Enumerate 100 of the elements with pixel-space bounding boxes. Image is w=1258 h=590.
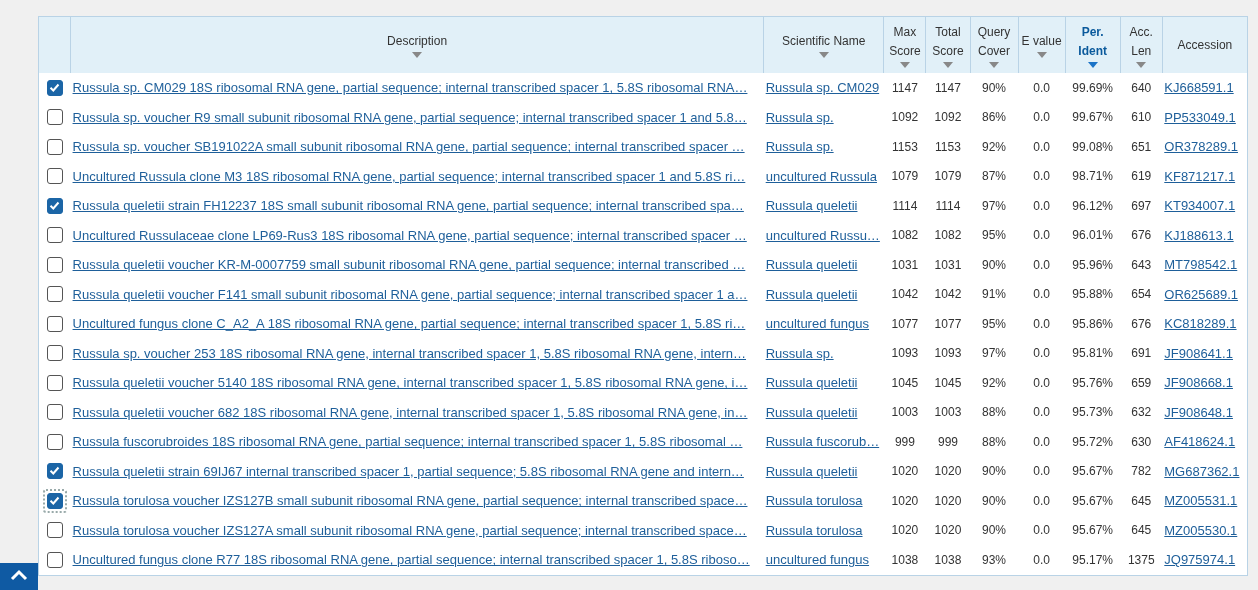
row-checkbox[interactable] — [46, 286, 63, 303]
row-checkbox[interactable] — [46, 551, 63, 568]
row-checkbox[interactable] — [46, 374, 63, 391]
scientific-name-link[interactable]: Russula queletii — [765, 198, 858, 214]
row-checkbox[interactable] — [46, 404, 63, 421]
per-ident-cell: 95.72% — [1072, 434, 1114, 449]
accession-link[interactable]: JF908668.1 — [1164, 375, 1233, 391]
sort-arrow-icon[interactable] — [1087, 61, 1098, 68]
query-cover-cell: 87% — [982, 169, 1007, 184]
scientific-name-link[interactable]: Russula queletii — [765, 257, 858, 273]
description-link[interactable]: Russula queletii voucher F141 small subunit ribosomal RNA gene, partial sequence; internal transcribed spacer 1 a… — [72, 286, 748, 302]
scientific-name-link[interactable]: Russula torulosa — [765, 493, 863, 509]
per-ident-cell: 96.12% — [1072, 198, 1114, 213]
row-checkbox[interactable] — [46, 345, 63, 362]
description-link[interactable]: Russula queletii voucher KR-M-0007759 small subunit ribosomal RNA gene, partial sequence; internal transcribed … — [72, 257, 746, 273]
row-checkbox[interactable] — [46, 197, 63, 214]
row-checkbox[interactable] — [46, 256, 63, 273]
accession-link[interactable]: KC818289.1 — [1164, 316, 1237, 332]
accession-link[interactable]: MG687362.1 — [1164, 463, 1240, 479]
e-value-cell: 0.0 — [1033, 523, 1050, 538]
total-score-cell: 1020 — [934, 523, 962, 538]
accession-link[interactable]: JF908641.1 — [1164, 345, 1233, 361]
scientific-name-link[interactable]: uncultured Russu… — [765, 227, 880, 243]
description-link[interactable]: Russula sp. CM029 18S ribosomal RNA gene, partial sequence; internal transcribed spacer 1, 5.8S ribosomal RNA… — [72, 80, 748, 96]
scientific-name-link[interactable]: uncultured fungus — [765, 552, 870, 568]
sort-arrow-icon[interactable] — [899, 61, 910, 68]
query-cover-cell: 90% — [982, 523, 1007, 538]
sort-arrow-icon[interactable] — [412, 52, 423, 58]
scientific-name-link[interactable]: Russula queletii — [765, 286, 858, 302]
row-checkbox[interactable] — [46, 138, 63, 155]
scientific-name-link[interactable]: Russula sp. CM029 — [765, 80, 880, 96]
description-link[interactable]: Russula sp. voucher SB191022A small subunit ribosomal RNA gene, partial sequence; internal transcribed spacer … — [72, 139, 745, 155]
max-score-cell: 1042 — [891, 287, 919, 302]
description-link[interactable]: Russula fuscorubroides 18S ribosomal RNA gene, partial sequence; internal transcribed spacer 1, 5.8S ribosomal … — [72, 434, 743, 450]
total-score-cell: 1020 — [934, 493, 962, 508]
description-link[interactable]: Russula queletii strain 69IJ67 internal transcribed spacer 1, partial sequence; 5.8S ribosomal RNA gene and intern… — [72, 463, 744, 479]
description-link[interactable]: Uncultured Russula clone M3 18S ribosomal RNA gene, partial sequence; internal transcribed spacer 1 and 5.8S ri… — [72, 168, 746, 184]
row-checkbox[interactable] — [46, 109, 63, 126]
query-cover-cell: 92% — [982, 139, 1007, 154]
scientific-name-link[interactable]: Russula queletii — [765, 463, 858, 479]
accession-link[interactable]: MT798542.1 — [1164, 257, 1238, 273]
accession-link[interactable]: JQ975974.1 — [1164, 552, 1236, 568]
scientific-name-link[interactable]: Russula queletii — [765, 404, 858, 420]
accession-link[interactable]: PP533049.1 — [1164, 109, 1236, 125]
sort-arrow-icon[interactable] — [1036, 52, 1047, 58]
total-score-cell: 1031 — [934, 257, 962, 272]
scroll-to-top-button[interactable] — [0, 563, 38, 590]
e-value-cell: 0.0 — [1033, 434, 1050, 449]
total-score-cell: 1082 — [934, 228, 962, 243]
scientific-name-link[interactable]: Russula sp. — [765, 345, 834, 361]
sort-arrow-icon[interactable] — [1136, 61, 1147, 68]
scientific-name-link[interactable]: Russula sp. — [765, 109, 834, 125]
scientific-name-link[interactable]: uncultured Russula — [765, 168, 877, 184]
accession-link[interactable]: JF908648.1 — [1164, 404, 1233, 420]
row-checkbox[interactable] — [46, 227, 63, 244]
scientific-name-link[interactable]: Russula torulosa — [765, 522, 863, 538]
scientific-name-link[interactable]: Russula sp. — [765, 139, 834, 155]
per-ident-cell: 95.17% — [1072, 552, 1114, 567]
total-score-cell: 1077 — [934, 316, 962, 331]
description-link[interactable]: Uncultured fungus clone R77 18S ribosomal RNA gene, partial sequence; internal transcribed spacer 1, 5.8S riboso… — [72, 552, 750, 568]
scientific-name-link[interactable]: uncultured fungus — [765, 316, 870, 332]
description-link[interactable]: Russula torulosa voucher IZS127B small subunit ribosomal RNA gene, partial sequence; internal transcribed space… — [72, 493, 748, 509]
row-checkbox[interactable] — [46, 433, 63, 450]
row-checkbox[interactable] — [46, 79, 63, 96]
description-link[interactable]: Russula torulosa voucher IZS127A small subunit ribosomal RNA gene, partial sequence; internal transcribed space… — [72, 522, 747, 538]
accession-link[interactable]: AF418624.1 — [1164, 434, 1236, 450]
accession-link[interactable]: KT934007.1 — [1164, 198, 1236, 214]
accession-link[interactable]: KJ668591.1 — [1164, 80, 1234, 96]
description-link[interactable]: Russula queletii voucher 682 18S ribosomal RNA gene, internal transcribed spacer 1, 5.8S ribosomal RNA gene, in… — [72, 404, 748, 420]
row-checkbox[interactable] — [46, 522, 63, 539]
accession-link[interactable]: KJ188613.1 — [1164, 227, 1234, 243]
sort-arrow-icon[interactable] — [818, 52, 829, 58]
sort-arrow-icon[interactable] — [942, 61, 953, 68]
acc-len-cell: 697 — [1131, 198, 1152, 213]
description-link[interactable]: Russula sp. voucher 253 18S ribosomal RNA gene, internal transcribed spacer 1, 5.8S ribosomal RNA gene, intern… — [72, 345, 746, 361]
description-link[interactable]: Russula queletii voucher 5140 18S ribosomal RNA gene, internal transcribed spacer 1, 5.8S ribosomal RNA gene, i… — [72, 375, 748, 391]
accession-link[interactable]: MZ005531.1 — [1164, 493, 1238, 509]
accession-link[interactable]: OR625689.1 — [1164, 286, 1238, 302]
max-score-cell: 1082 — [891, 228, 919, 243]
total-score-cell: 999 — [937, 434, 958, 449]
row-checkbox[interactable] — [46, 315, 63, 332]
column-header[interactable]: Description — [387, 32, 448, 51]
acc-len-cell: 630 — [1131, 434, 1152, 449]
row-checkbox[interactable] — [46, 463, 63, 480]
total-score-cell: 1038 — [934, 552, 962, 567]
acc-len-cell: 654 — [1131, 287, 1152, 302]
e-value-cell: 0.0 — [1033, 493, 1050, 508]
scientific-name-link[interactable]: Russula queletii — [765, 375, 858, 391]
description-link[interactable]: Russula queletii strain FH12237 18S small subunit ribosomal RNA gene, partial sequence; internal transcribed spa… — [72, 198, 744, 214]
acc-len-cell: 1375 — [1127, 552, 1155, 567]
description-link[interactable]: Uncultured fungus clone C_A2_A 18S ribosomal RNA gene, partial sequence; internal transcribed spacer 1, 5.8S ri… — [72, 316, 746, 332]
description-link[interactable]: Russula sp. voucher R9 small subunit ribosomal RNA gene, partial sequence; internal transcribed spacer 1 and 5.8… — [72, 109, 747, 125]
row-checkbox[interactable] — [46, 168, 63, 185]
accession-link[interactable]: OR378289.1 — [1164, 139, 1238, 155]
scientific-name-link[interactable]: Russula fuscorub… — [765, 434, 880, 450]
max-score-cell: 1003 — [891, 405, 919, 420]
sort-arrow-icon[interactable] — [989, 61, 1000, 68]
accession-link[interactable]: MZ005530.1 — [1164, 522, 1238, 538]
accession-link[interactable]: KF871217.1 — [1164, 168, 1236, 184]
description-link[interactable]: Uncultured Russulaceae clone LP69-Rus3 18S ribosomal RNA gene, partial sequence; internal transcribed spacer … — [72, 227, 747, 243]
